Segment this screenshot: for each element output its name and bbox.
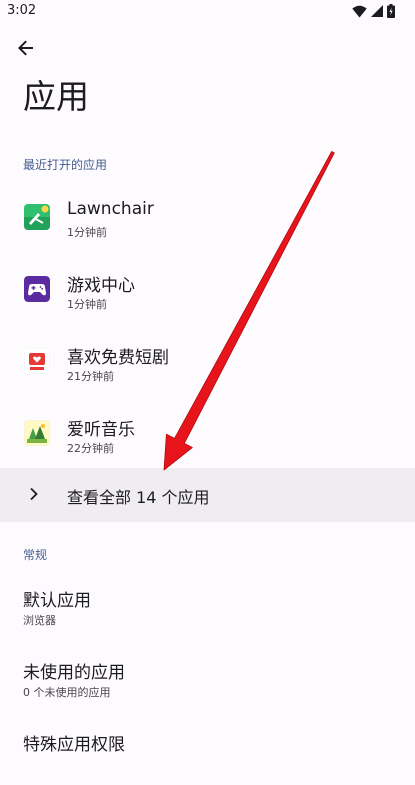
app-last-used: 21分钟前 bbox=[67, 370, 114, 383]
back-button[interactable] bbox=[12, 34, 40, 62]
app-last-used: 1分钟前 bbox=[67, 298, 107, 311]
see-all-apps-button[interactable]: 查看全部 14 个应用 bbox=[0, 468, 415, 522]
default-apps-item[interactable]: 默认应用 浏览器 bbox=[0, 575, 415, 641]
app-name: 游戏中心 bbox=[67, 276, 135, 296]
gamepad-icon bbox=[24, 276, 50, 302]
special-app-access-item[interactable]: 特殊应用权限 bbox=[0, 719, 415, 785]
unused-apps-item[interactable]: 未使用的应用 0 个未使用的应用 bbox=[0, 647, 415, 713]
status-bar: 3:02 bbox=[0, 0, 415, 24]
app-last-used: 22分钟前 bbox=[67, 442, 114, 455]
app-name: 喜欢免费短剧 bbox=[67, 348, 169, 368]
recent-section-header: 最近打开的应用 bbox=[23, 158, 108, 172]
status-time: 3:02 bbox=[7, 3, 37, 18]
short-drama-icon bbox=[24, 348, 50, 374]
status-icons bbox=[352, 4, 395, 18]
page-title: 应用 bbox=[23, 77, 89, 116]
arrow-back-icon bbox=[18, 40, 33, 56]
battery-icon bbox=[387, 4, 395, 18]
list-item-lawnchair[interactable]: Lawnchair 1分钟前 bbox=[0, 188, 415, 260]
wifi-icon bbox=[352, 5, 367, 17]
chevron-right-icon bbox=[30, 487, 38, 501]
app-last-used: 1分钟前 bbox=[67, 226, 107, 239]
lawnchair-icon bbox=[24, 204, 50, 230]
see-all-apps-label: 查看全部 14 个应用 bbox=[67, 488, 210, 507]
list-item-game-center[interactable]: 游戏中心 1分钟前 bbox=[0, 260, 415, 332]
music-icon bbox=[24, 420, 50, 446]
general-section-header: 常规 bbox=[23, 548, 48, 562]
list-item-short-drama[interactable]: 喜欢免费短剧 21分钟前 bbox=[0, 332, 415, 404]
pref-title: 未使用的应用 bbox=[23, 663, 125, 683]
app-name: 爱听音乐 bbox=[67, 420, 135, 440]
pref-title: 默认应用 bbox=[23, 591, 91, 611]
pref-subtitle: 0 个未使用的应用 bbox=[23, 686, 111, 699]
pref-subtitle: 浏览器 bbox=[23, 614, 56, 627]
app-name: Lawnchair bbox=[67, 199, 154, 219]
pref-title: 特殊应用权限 bbox=[23, 735, 125, 755]
list-item-music[interactable]: 爱听音乐 22分钟前 bbox=[0, 404, 415, 476]
signal-icon bbox=[371, 5, 383, 17]
